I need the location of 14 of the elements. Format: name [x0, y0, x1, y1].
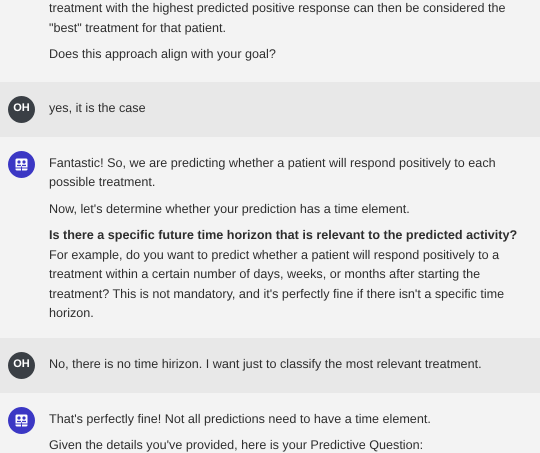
bot-avatar-icon	[8, 406, 35, 434]
message-text: For example, do you want to predict whether a patient will respond positively to a treatment within a certain number of days, weeks, or months after starting the treatment? This is not mandatory, and it's perfectly fine if there isn't a specific time horizon.	[49, 246, 506, 322]
bot-avatar-icon	[8, 150, 35, 178]
message-text: yes, it is the case	[49, 100, 146, 117]
user-avatar: OH	[8, 352, 35, 378]
message-text: No, there is no time hirizon. I want just to classify the most relevant treatment.	[49, 356, 482, 373]
message-text: treatment with the highest predicted positive response can then be considered the "best" treatment for that patient.	[49, 0, 506, 37]
message-text: Given the details you've provided, here is your Predictive Question:	[49, 437, 424, 453]
question-text: Is there a specific future time horizon that is relevant to the predicted activity?	[49, 227, 518, 244]
message-text: Fantastic! So, we are predicting whether a patient will respond positively to each possible treatment.	[49, 154, 497, 191]
message-text: Now, let's determine whether your prediction has a time element.	[49, 200, 411, 218]
message-text: That's perfectly fine! Not all predictions need to have a time element.	[49, 410, 431, 428]
user-avatar: OH	[8, 96, 35, 122]
message-text: Does this approach align with your goal?	[49, 46, 277, 63]
